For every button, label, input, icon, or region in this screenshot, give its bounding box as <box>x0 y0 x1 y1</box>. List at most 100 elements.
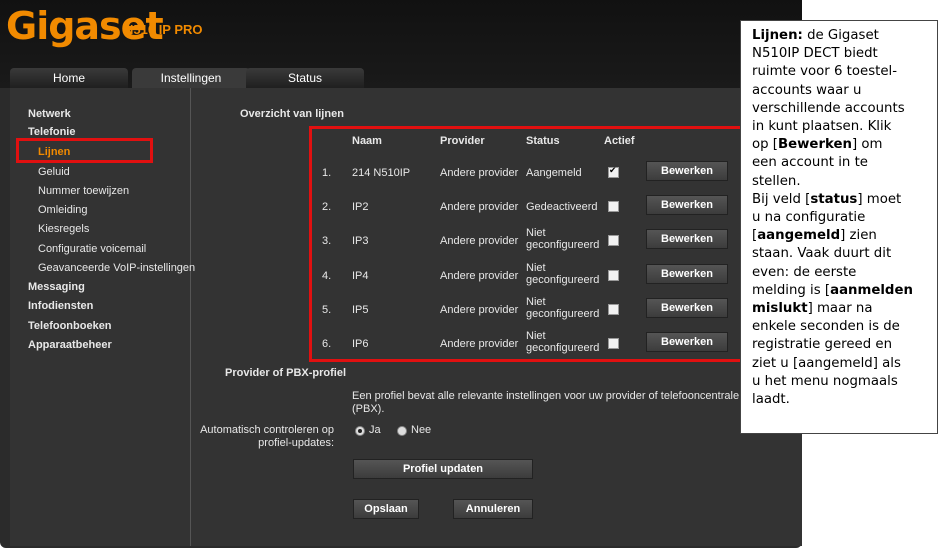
sidebar-item-geavanceerde-voip[interactable]: Geavanceerde VoIP-instellingen <box>38 262 195 274</box>
table-row: 5. IP5 Andere provider Niet geconfiguree… <box>310 293 746 323</box>
sidebar-item-telefoonboeken[interactable]: Telefoonboeken <box>28 320 112 332</box>
note-line: enkele seconden is de <box>752 319 900 335</box>
table-row: 4. IP4 Andere provider Niet geconfiguree… <box>310 259 746 289</box>
note-bold: Lijnen: <box>752 28 803 43</box>
note-line: [aangemeld] zien <box>752 227 931 245</box>
row-name: IP6 <box>352 338 369 350</box>
tab-status[interactable]: Status <box>246 68 364 88</box>
note-line: in kunt plaatsen. Klik <box>752 119 892 135</box>
sidebar-item-netwerk[interactable]: Netwerk <box>28 108 71 120</box>
sidebar-item-geluid[interactable]: Geluid <box>38 166 70 178</box>
note-bold: status <box>810 191 858 207</box>
note-text: ] maar na <box>807 301 873 317</box>
table-row: 1. 214 N510IP Andere provider Aangemeld … <box>310 158 746 188</box>
note-line: op [Bewerken] om <box>752 136 931 154</box>
lines-table: Naam Provider Status Actief 1. 214 N510I… <box>310 126 746 362</box>
note-text: ] om <box>851 137 883 153</box>
edit-button[interactable]: Bewerken <box>646 264 728 284</box>
row-status: Aangemeld <box>526 167 582 179</box>
row-number: 3. <box>322 235 332 247</box>
auto-check-label: Automatisch controleren op <box>200 424 334 436</box>
note-line: staan. Vaak duurt dit <box>752 246 892 262</box>
active-checkbox[interactable] <box>608 165 619 178</box>
section-title-pbx: Provider of PBX-profiel <box>225 367 347 379</box>
edit-button[interactable]: Bewerken <box>646 229 728 249</box>
row-name: IP3 <box>352 235 369 247</box>
sidebar-item-nummer-toewijzen[interactable]: Nummer toewijzen <box>38 185 129 197</box>
note-line: N510IP DECT biedt <box>752 46 878 62</box>
row-number: 1. <box>322 167 332 179</box>
note-text: de Gigaset <box>802 28 879 43</box>
edit-button[interactable]: Bewerken <box>646 332 728 352</box>
row-status-line2: geconfigureerd <box>526 274 600 286</box>
row-status-line2: geconfigureerd <box>526 239 600 251</box>
radio-nee-label: Nee <box>411 424 432 436</box>
note-text: Bij veld [ <box>752 191 811 207</box>
header-provider: Provider <box>440 135 485 147</box>
note-bold: aangemeld <box>757 228 841 244</box>
row-provider: Andere provider <box>440 201 519 213</box>
active-checkbox[interactable] <box>608 201 619 212</box>
edit-button[interactable]: Bewerken <box>646 298 728 318</box>
header-name: Naam <box>352 135 382 147</box>
sidebar-item-telefonie[interactable]: Telefonie <box>28 126 75 138</box>
radio-nee[interactable] <box>397 426 407 436</box>
row-number: 2. <box>322 201 332 213</box>
header: Gigaset N510 IP PRO Home Instellingen St… <box>0 0 802 88</box>
tab-instellingen[interactable]: Instellingen <box>132 68 250 88</box>
active-checkbox[interactable] <box>608 338 619 349</box>
row-status: Niet <box>526 227 546 239</box>
note-line: ruimte voor 6 toestel- <box>752 64 898 80</box>
edit-button[interactable]: Bewerken <box>646 161 728 181</box>
cancel-button[interactable]: Annuleren <box>453 499 533 519</box>
note-line: verschillende accounts <box>752 100 905 116</box>
sidebar-item-configuratie-voicemail[interactable]: Configuratie voicemail <box>38 243 146 255</box>
note-line: Lijnen: de Gigaset <box>752 27 931 45</box>
sidebar-item-apparaatbeheer[interactable]: Apparaatbeheer <box>28 339 112 351</box>
row-name: IP5 <box>352 304 369 316</box>
note-line: u het menu nogmaals <box>752 373 898 389</box>
note-line: mislukt] maar na <box>752 300 931 318</box>
row-number: 4. <box>322 270 332 282</box>
radio-ja[interactable] <box>355 426 365 436</box>
active-checkbox[interactable] <box>608 235 619 246</box>
header-status: Status <box>526 135 560 147</box>
note-bold: mislukt <box>752 301 808 317</box>
row-provider: Andere provider <box>440 270 519 282</box>
row-number: 6. <box>322 338 332 350</box>
pbx-description: Een profiel bevat alle relevante instell… <box>352 390 740 402</box>
note-bold: Bewerken <box>778 137 852 153</box>
note-line: even: de eerste <box>752 264 857 280</box>
row-status: Gedeactiveerd <box>526 201 598 213</box>
note-line: Bij veld [status] moet <box>752 191 931 209</box>
radio-ja-label: Ja <box>369 424 381 436</box>
note-text: ] zien <box>840 228 877 244</box>
active-checkbox[interactable] <box>608 304 619 315</box>
content-panel: Netwerk Telefonie Lijnen Geluid Nummer t… <box>10 88 802 546</box>
table-row: 3. IP3 Andere provider Niet geconfiguree… <box>310 224 746 254</box>
annotation-note: Lijnen: de Gigaset N510IP DECT biedt rui… <box>740 20 938 434</box>
note-line: melding is [aanmelden <box>752 282 931 300</box>
sidebar-item-kiesregels[interactable]: Kiesregels <box>38 223 89 235</box>
active-checkbox[interactable] <box>608 270 619 281</box>
section-title-lines: Overzicht van lijnen <box>240 108 344 120</box>
profile-update-button[interactable]: Profiel updaten <box>353 459 533 479</box>
table-row: 6. IP6 Andere provider Niet geconfiguree… <box>310 327 746 357</box>
sidebar-item-infodiensten[interactable]: Infodiensten <box>28 300 93 312</box>
sidebar-item-omleiding[interactable]: Omleiding <box>38 204 88 216</box>
note-bold: aanmelden <box>830 282 913 298</box>
row-number: 5. <box>322 304 332 316</box>
note-line: een account in te <box>752 155 868 171</box>
row-name: IP2 <box>352 201 369 213</box>
tab-home[interactable]: Home <box>10 68 128 88</box>
auto-check-label-line2: profiel-updates: <box>258 437 334 449</box>
row-provider: Andere provider <box>440 167 519 179</box>
header-active: Actief <box>604 135 635 147</box>
sidebar-item-messaging[interactable]: Messaging <box>28 281 85 293</box>
save-button[interactable]: Opslaan <box>353 499 419 519</box>
edit-button[interactable]: Bewerken <box>646 195 728 215</box>
sidebar-highlight-box <box>16 138 153 163</box>
row-status: Niet <box>526 262 546 274</box>
row-provider: Andere provider <box>440 235 519 247</box>
row-status: Niet <box>526 330 546 342</box>
